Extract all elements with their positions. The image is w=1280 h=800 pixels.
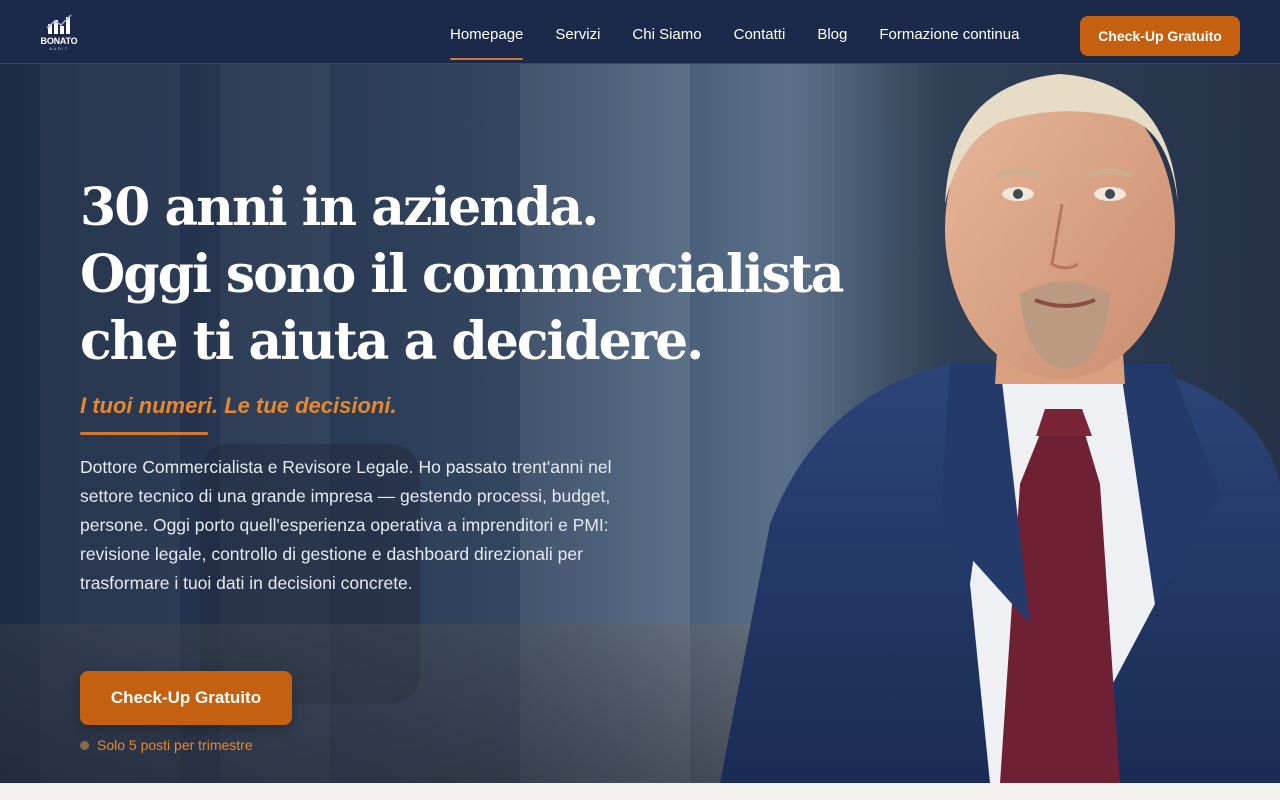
nav-item-chi-siamo[interactable]: Chi Siamo (632, 0, 701, 64)
nav-item-blog[interactable]: Blog (817, 0, 847, 64)
brand-logo[interactable]: BONATO AUDIT (38, 14, 80, 56)
hero-description: Dottore Commercialista e Revisore Legale… (80, 457, 612, 593)
portrait-photo (720, 74, 1280, 783)
hero-checkup-button[interactable]: Check-Up Gratuito (80, 671, 292, 725)
nav-item-contatti[interactable]: Contatti (734, 0, 786, 64)
hero-section: 30 anni in azienda. Oggi sono il commerc… (0, 64, 1280, 783)
tagline-underline (80, 432, 208, 435)
scarcity-note: Solo 5 posti per trimestre (80, 737, 253, 753)
next-section-edge (0, 783, 1280, 800)
logo-subtitle: AUDIT (49, 46, 69, 51)
header-checkup-button[interactable]: Check-Up Gratuito (1080, 16, 1240, 56)
homepage: BONATO AUDIT Homepage Servizi Chi Siamo … (0, 0, 1280, 800)
hero-headline-line: che ti aiuta a decidere. (80, 311, 704, 372)
scarcity-text: Solo 5 posti per trimestre (97, 737, 253, 753)
nav-item-formazione-continua[interactable]: Formazione continua (879, 0, 1019, 64)
logo-chart-icon (46, 14, 72, 34)
logo-wordmark: BONATO (40, 36, 78, 46)
hero-tagline: I tuoi numeri. Le tue decisioni. (80, 393, 397, 418)
status-dot-icon (80, 740, 89, 750)
main-nav: Homepage Servizi Chi Siamo Contatti Blog… (450, 0, 1051, 64)
site-header: BONATO AUDIT Homepage Servizi Chi Siamo … (0, 0, 1280, 64)
nav-item-servizi[interactable]: Servizi (555, 0, 600, 64)
hero-headline-line: Oggi sono il commercialista (80, 244, 845, 305)
hero-headline: 30 anni in azienda. Oggi sono il commerc… (80, 174, 845, 375)
hero-headline-line: 30 anni in azienda. (80, 177, 599, 238)
nav-item-homepage[interactable]: Homepage (450, 0, 524, 64)
